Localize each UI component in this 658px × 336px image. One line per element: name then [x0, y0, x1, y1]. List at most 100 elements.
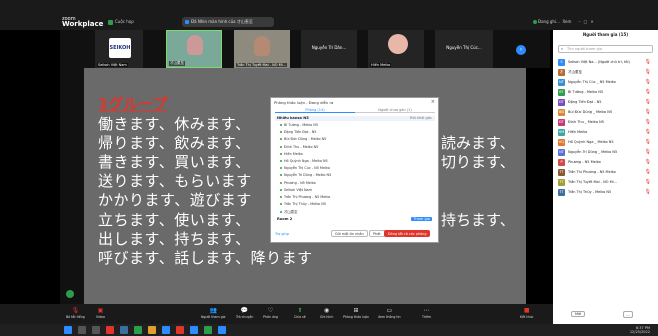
folder-icon[interactable]: [148, 326, 156, 334]
participant-row[interactable]: TT Trần Thị Tuyết Mai - NO Mi... 🎙: [558, 178, 654, 188]
video-tile[interactable]: Hiền Meiko: [368, 30, 424, 68]
participant-row[interactable]: P Phương - N5 Meiko 🎙: [558, 158, 654, 168]
participant-row[interactable]: 才才山恵至 🎙: [558, 68, 654, 78]
microphone-muted-icon[interactable]: 🎙: [645, 129, 651, 135]
participant-name: Nguyễn Thị Cúc _ N5 Meiko: [568, 80, 616, 84]
record-button[interactable]: ◉ Ghi hình: [320, 307, 333, 319]
participant-row[interactable]: BT Bí Tường - Meiko N5 🎙: [558, 88, 654, 98]
microphone-muted-icon[interactable]: 🎙: [645, 119, 651, 125]
recording-dot-icon: [533, 20, 537, 24]
participant-row[interactable]: ĐT Đinh Thu _ Meiko N5 🎙: [558, 118, 654, 128]
reactions-button[interactable]: ♡ Phản ứng: [263, 307, 278, 319]
view-options-button[interactable]: Đã Nhìn màn hình của 才山恵至: [182, 17, 274, 27]
video-button[interactable]: ▣ Video: [96, 307, 105, 319]
list-item: Bùi Đức Dũng - Meiko N5: [280, 137, 331, 144]
participant-row[interactable]: NT Nguyễn Thị Cúc _ N5 Meiko 🎙: [558, 78, 654, 88]
app-icon[interactable]: [106, 326, 114, 334]
microphone-muted-icon[interactable]: 🎙: [645, 59, 651, 65]
verb-line-right: 切ります、: [441, 153, 515, 171]
help-link[interactable]: Trợ giúp: [275, 232, 289, 236]
heart-icon: ♡: [267, 307, 274, 314]
close-icon[interactable]: ×: [431, 99, 435, 105]
room-header[interactable]: Room 2 Tham gia: [275, 217, 435, 222]
app-icon[interactable]: [134, 326, 142, 334]
participant-row[interactable]: S Seikoh Việt Na... (Người chủ trì, tôi) 🎙: [558, 58, 654, 68]
mute-button[interactable]: 🎙 Bỏ tắt tiếng: [66, 307, 85, 319]
participant-row[interactable]: TT Trần Thị Thủy - Meiko N5 🎙: [558, 188, 654, 198]
chat-button[interactable]: 💬 Trò chuyện: [236, 307, 253, 319]
more-options-button[interactable]: ...: [623, 311, 633, 318]
microphone-muted-icon[interactable]: 🎙: [645, 109, 651, 115]
video-thumbnail-strip: SEIKOH Seikoh Việt Nam 才山恵至 Trần Thị Tuy…: [60, 30, 550, 68]
window-controls[interactable]: –□✕: [579, 19, 597, 24]
breakout-rooms-button[interactable]: ⊞ Phòng thảo luận: [343, 307, 369, 319]
participant-row[interactable]: HM Hiền Meiko 🎙: [558, 128, 654, 138]
participant-name: Hiền Meiko: [568, 130, 588, 134]
view-button[interactable]: Xem: [562, 19, 571, 24]
share-screen-button[interactable]: ⬆ Chia sẻ: [294, 307, 306, 319]
broadcast-button[interactable]: Gửi một tin nhắn: [331, 230, 368, 237]
avatar: S: [558, 59, 565, 66]
microphone-muted-icon[interactable]: 🎙: [645, 79, 651, 85]
zoom-icon[interactable]: [190, 326, 198, 334]
system-clock[interactable]: 8:37 PM 12/25/2022: [630, 326, 650, 334]
participant-row[interactable]: HQ Hồ Quỳnh Nga _ Meiko N5 🎙: [558, 138, 654, 148]
clock-date: 12/25/2022: [629, 330, 650, 334]
avatar: ĐT: [558, 99, 565, 106]
list-item: Đinh Thu - Meiko N5: [280, 145, 331, 152]
app-icon[interactable]: [120, 326, 128, 334]
participant-row[interactable]: TT Trần Thị Phương - N5 Meiko 🎙: [558, 168, 654, 178]
app-icon[interactable]: [204, 326, 212, 334]
microphone-muted-icon[interactable]: 🎙: [645, 179, 651, 185]
search-icon[interactable]: [78, 326, 86, 334]
video-tile[interactable]: Nguyễn Trí Dân...: [301, 30, 357, 68]
video-tile-active-speaker[interactable]: 才山恵至: [166, 30, 222, 68]
member-dot-icon: [280, 174, 282, 177]
screen-share-icon: [185, 20, 189, 24]
microphone-muted-icon[interactable]: 🎙: [645, 139, 651, 145]
meeting-info-button[interactable]: Cuộc họp: [108, 19, 134, 25]
whiteboard-button[interactable]: ▭ Xem thông tin: [378, 307, 401, 319]
invite-button[interactable]: Mời: [571, 311, 586, 317]
participant-row[interactable]: ĐT Đặng Tiến Đạt - N5 🎙: [558, 98, 654, 108]
edge-icon[interactable]: [162, 326, 170, 334]
tab-unassigned[interactable]: Người chưa gán (1): [355, 107, 435, 113]
pause-share-icon[interactable]: [66, 290, 74, 298]
room-name: Room 2: [277, 217, 293, 221]
next-page-button[interactable]: ›: [516, 45, 526, 55]
search-icon: ⌕: [561, 46, 564, 51]
participant-video: [187, 35, 203, 55]
list-item: Bí Tường - Meiko N5: [280, 123, 331, 130]
app-icon[interactable]: [218, 326, 226, 334]
microphone-muted-icon[interactable]: 🎙: [645, 99, 651, 105]
leave-button[interactable]: ■ Kết thúc: [520, 307, 533, 319]
tab-rooms[interactable]: Phòng (14): [275, 107, 355, 113]
microphone-muted-icon[interactable]: 🎙: [645, 149, 651, 155]
participant-row[interactable]: NT Nguyễn Trí Dũng _ Meiko N5 🎙: [558, 148, 654, 158]
video-tile[interactable]: SEIKOH Seikoh Việt Nam: [95, 30, 143, 68]
video-tile[interactable]: Trần Thị Tuyết Mai - NO Mi...: [234, 30, 290, 68]
participants-button[interactable]: 👥 Người tham gia: [201, 307, 225, 319]
participant-name: Trần Thị Tuyết Mai - NO Mi...: [568, 180, 617, 184]
video-tile[interactable]: Nguyễn Thị Cúc...: [435, 30, 493, 68]
room-action[interactable]: Rời khỏi góc: [410, 116, 435, 120]
room-header[interactable]: Nhiều kanso N5 Rời khỏi góc: [275, 116, 435, 121]
start-icon[interactable]: [64, 326, 72, 334]
participant-search-input[interactable]: ⌕ Tìm người tham gia: [558, 45, 653, 53]
member-dot-icon: [280, 138, 282, 141]
app-icon[interactable]: [176, 326, 184, 334]
microphone-muted-icon[interactable]: 🎙: [645, 189, 651, 195]
close-all-rooms-button[interactable]: Đóng tất cả các phòng: [384, 230, 431, 237]
join-room-button[interactable]: Tham gia: [411, 217, 432, 221]
breakout-rooms-dialog: Phòng thảo luận - Đang diễn ra × Phòng (…: [270, 97, 439, 243]
microphone-muted-icon[interactable]: 🎙: [645, 169, 651, 175]
microphone-muted-icon[interactable]: 🎙: [645, 89, 651, 95]
recording-status[interactable]: Đang ghi...: [538, 19, 560, 24]
more-button[interactable]: ⋯ Thêm: [422, 307, 431, 319]
recreate-button[interactable]: Phát: [369, 230, 385, 237]
microphone-muted-icon[interactable]: 🎙: [645, 159, 651, 165]
task-view-icon[interactable]: [92, 326, 100, 334]
participant-row[interactable]: BĐ Bùi Đức Dũng _ Meiko N5 🎙: [558, 108, 654, 118]
participant-name: Đặng Tiến Đạt - N5: [568, 100, 602, 104]
microphone-muted-icon[interactable]: 🎙: [645, 69, 651, 75]
